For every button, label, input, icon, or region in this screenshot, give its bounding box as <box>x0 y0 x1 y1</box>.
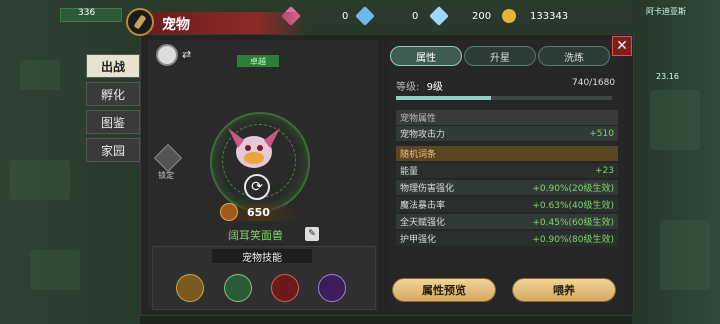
resource-gold[interactable]: 133343 <box>502 6 568 26</box>
tab-codex[interactable]: 图鉴 <box>86 110 140 134</box>
pet-sprite <box>228 128 280 168</box>
tab-home[interactable]: 家园 <box>86 138 140 162</box>
random-affix-header: 随机词条 <box>396 146 618 161</box>
resource-diamond[interactable]: 200 <box>429 6 492 26</box>
scene-tile <box>650 90 700 150</box>
gold-count: 133343 <box>530 10 569 22</box>
diamond-count: 200 <box>472 10 492 22</box>
swap-icon[interactable]: ⇄ <box>182 48 191 61</box>
scene-tile <box>30 250 80 290</box>
diamond-icon <box>429 6 449 26</box>
affix-name: 能量 <box>400 167 419 177</box>
pet-attributes-header: 宠物属性 <box>396 110 618 125</box>
attribute-value: +510 <box>589 128 614 139</box>
exp-value: 740/1680 <box>572 78 616 88</box>
affix-row: 魔法暴击率 +0.63%(40级生效) <box>396 197 618 212</box>
red-gem-count: 0 <box>342 10 349 22</box>
level-label: 等级: 9级 <box>396 78 443 93</box>
location-label: 阿卡迪亚斯 <box>646 7 686 16</box>
level-value: 9级 <box>426 82 443 93</box>
pet-avatar[interactable] <box>156 44 178 66</box>
skill-3-icon[interactable] <box>271 274 299 302</box>
affix-row: 物理伤害强化 +0.90%(20级生效) <box>396 180 618 195</box>
tab-deploy[interactable]: 出战 <box>86 54 140 78</box>
hp-value: 336 <box>78 8 96 18</box>
blue-crystal-icon <box>355 6 375 26</box>
exp-bar-track <box>396 96 612 100</box>
skill-2-icon[interactable] <box>224 274 252 302</box>
affix-name: 护甲强化 <box>400 235 437 245</box>
skill-4-icon[interactable] <box>318 274 346 302</box>
feed-button[interactable]: 喂养 <box>512 278 616 302</box>
exp-bar-fill <box>396 96 492 100</box>
tab-star-up[interactable]: 升星 <box>464 46 536 66</box>
skill-1-icon[interactable] <box>176 274 204 302</box>
affix-value: +0.63%(40级生效) <box>532 201 614 211</box>
rename-icon[interactable]: ✎ <box>305 227 319 241</box>
affix-name: 物理伤害强化 <box>400 184 455 194</box>
level-label-text: 等级: <box>396 82 420 93</box>
tab-attributes[interactable]: 属性 <box>390 46 462 66</box>
tab-refine[interactable]: 洗炼 <box>538 46 610 66</box>
affix-name: 全天赋强化 <box>400 218 446 228</box>
lock-label: 锁定 <box>158 171 174 180</box>
tab-hatch[interactable]: 孵化 <box>86 82 140 106</box>
close-icon: ✕ <box>616 38 628 54</box>
affix-value: +0.90%(20级生效) <box>532 184 614 194</box>
attribute-name: 宠物攻击力 <box>400 130 446 140</box>
skills-header: 宠物技能 <box>212 249 312 264</box>
affix-row: 护甲强化 +0.90%(80级生效) <box>396 231 618 246</box>
affix-name: 魔法暴击率 <box>400 201 446 211</box>
affix-value: +23 <box>595 165 614 176</box>
blue-crystal-count: 0 <box>412 10 419 22</box>
quality-badge: 卓越 <box>237 55 279 67</box>
panel-title: 宠物 <box>162 17 190 33</box>
power-icon <box>220 203 238 221</box>
affix-value: +0.90%(80级生效) <box>532 235 614 245</box>
affix-row: 能量 +23 <box>396 163 618 178</box>
affix-value: +0.45%(60级生效) <box>532 218 614 228</box>
gold-coin-icon <box>502 9 516 23</box>
map-level-label: 23.16 <box>656 72 679 81</box>
scene-tile <box>660 220 710 290</box>
close-button[interactable]: ✕ <box>612 36 632 56</box>
pet-menu-icon <box>126 8 154 36</box>
pet-name: 阔耳笑面兽 <box>228 229 283 242</box>
attribute-row: 宠物攻击力 +510 <box>396 126 618 141</box>
power-value: 650 <box>247 206 270 219</box>
attribute-preview-button[interactable]: 属性预览 <box>392 278 496 302</box>
refresh-icon[interactable]: ⟳ <box>244 174 270 200</box>
affix-row: 全天赋强化 +0.45%(60级生效) <box>396 214 618 229</box>
resource-blue-crystal[interactable]: 0 <box>355 6 419 26</box>
scene-tile <box>10 160 70 200</box>
scene-tile <box>20 60 60 90</box>
